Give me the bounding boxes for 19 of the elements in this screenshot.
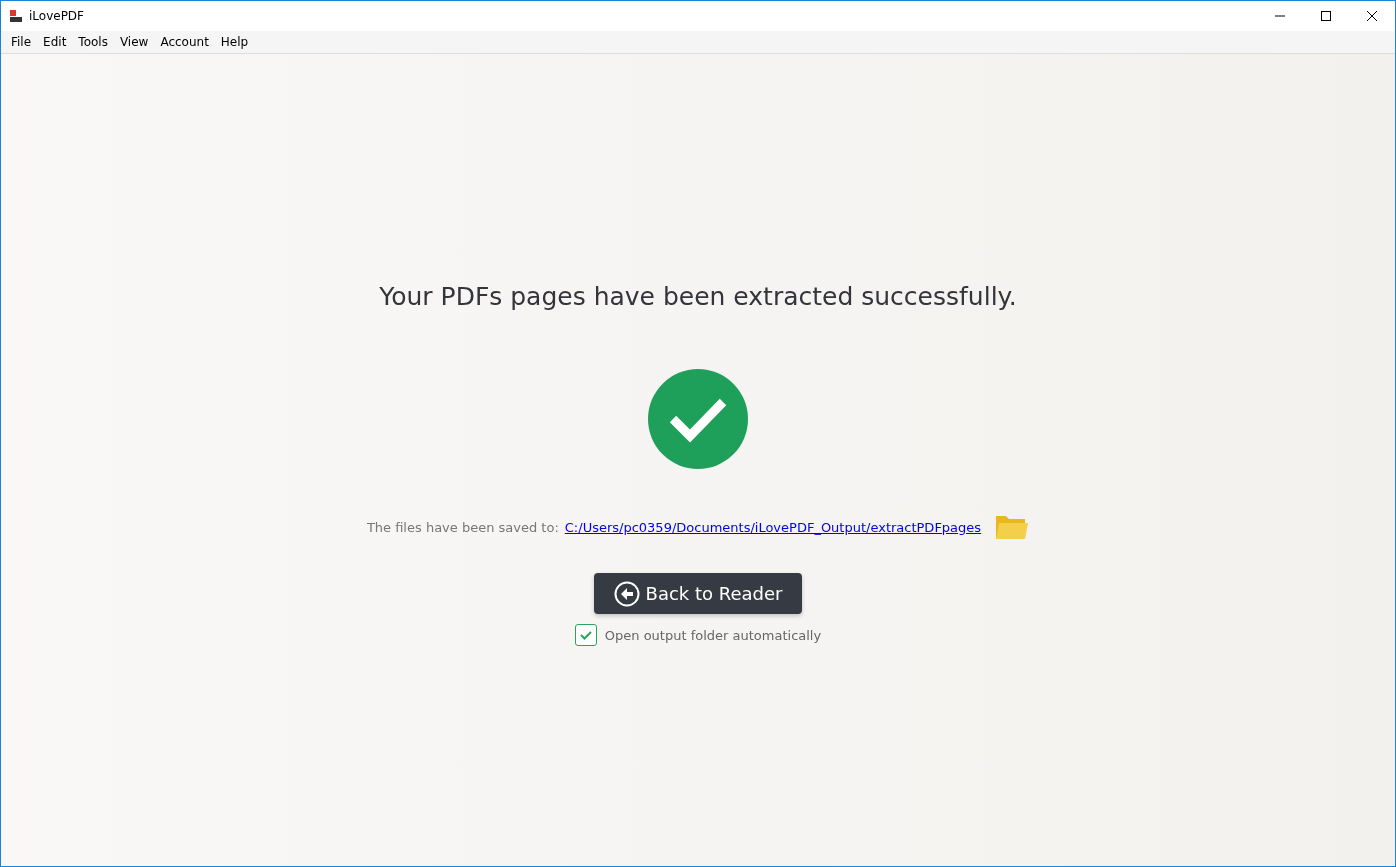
menu-item[interactable]: Account xyxy=(154,35,215,49)
open-folder-checkbox[interactable] xyxy=(574,624,597,646)
success-check-icon xyxy=(648,369,748,469)
menu-item[interactable]: Help xyxy=(214,35,255,49)
success-message: Your PDFs pages have been extracted successfully. xyxy=(379,282,1017,311)
folder-icon[interactable] xyxy=(995,513,1030,541)
app-logo-icon xyxy=(9,9,23,23)
check-icon xyxy=(578,628,593,642)
checkbox-label: Open output folder automatically xyxy=(604,627,822,643)
menu-item[interactable]: Edit xyxy=(37,35,73,49)
menu-item[interactable]: Tools xyxy=(72,35,114,49)
window-title: iLovePDF xyxy=(29,9,85,23)
maximize-icon xyxy=(1320,10,1332,22)
close-icon xyxy=(1366,10,1378,22)
saved-label: The files have been saved to: xyxy=(366,519,559,535)
back-to-reader-button[interactable]: Back to Reader xyxy=(593,573,803,614)
output-path-link[interactable]: C:/Users/pc0359/Documents/iLovePDF_Output/extractPDFpages xyxy=(564,519,982,535)
menu-item[interactable]: File xyxy=(5,35,38,49)
menu-item[interactable]: View xyxy=(113,35,155,49)
